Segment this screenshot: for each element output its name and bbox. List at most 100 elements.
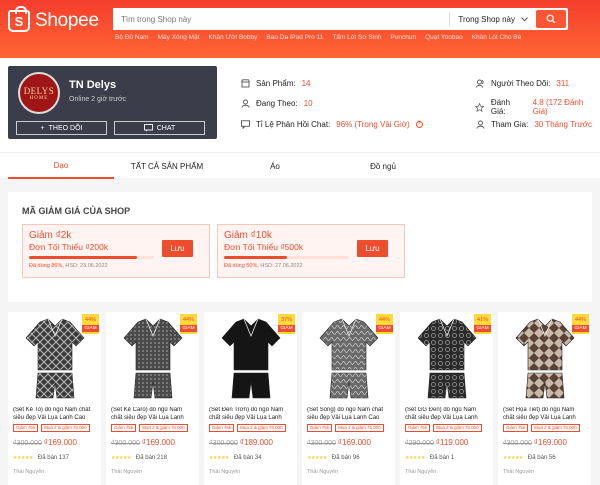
product-title[interactable]: (Set Kẻ Caro) đồ ngủ Nam chất siêu đẹp V…: [111, 407, 195, 422]
product-title[interactable]: (Set GG Đen) đồ ngủ Nam chất siêu đẹp Vả…: [405, 407, 489, 422]
shop-online-status: Online 2 giờ trước: [69, 96, 127, 103]
chevron-down-icon: [521, 16, 528, 22]
quick-link[interactable]: Bao Da iPad Pro 11: [266, 34, 323, 41]
quick-link[interactable]: Máy Xông Mặt: [158, 34, 200, 41]
discount-badge: 44% GIẢM: [82, 314, 99, 334]
combo-tag: Mua 2 & giảm ₫5.000: [139, 424, 188, 432]
sold-count: Đã bán 218: [135, 455, 167, 461]
voucher-section: MÃ GIẢM GIÁ CỦA SHOP Giảm ₫2k Đơn Tối Th…: [8, 192, 592, 302]
product-rating: ★★★★★ Đã bán 56: [503, 455, 556, 461]
stat-response-label: Tỉ Lệ Phản Hồi Chat:: [256, 119, 331, 129]
voucher-used: Đã dùng 86%,: [29, 263, 64, 269]
discount-percent: 44%: [574, 317, 586, 323]
quick-link[interactable]: Tẩm Lót Sơ Sinh: [332, 34, 381, 41]
product-tags: Giảm ₫5k Mua 2 & giảm ₫5.000: [209, 424, 286, 432]
star-rating-icon: ★★★★★: [307, 455, 327, 461]
chat-icon: [143, 124, 153, 132]
tab-do-ngu[interactable]: Đồ ngủ: [330, 153, 436, 179]
product-price: ₫300.000 ₫189.000: [209, 438, 273, 447]
quick-link[interactable]: Khăn Ướt Bobby: [209, 34, 258, 41]
stat-following: Đang Theo: 10: [240, 98, 313, 108]
discount-label: GIẢM: [278, 325, 295, 332]
star-rating-icon: ★★★★★: [503, 455, 523, 461]
sale-price: ₫119.000: [435, 438, 469, 447]
sale-price: ₫169.000: [141, 438, 175, 447]
quick-link[interactable]: Bộ Đồ Nam: [115, 34, 149, 41]
voucher-tag: Giảm ₫5k: [503, 424, 529, 432]
product-title[interactable]: (Set Đen Trơn) đồ ngủ Nam chất siêu đẹp …: [209, 407, 293, 422]
quick-link[interactable]: Quạt Yoobao: [425, 34, 463, 41]
sold-count: Đã bán 1: [429, 455, 455, 461]
voucher-save-button[interactable]: Lưu: [357, 240, 388, 257]
search-scope-label: Trong Shop này: [458, 14, 515, 24]
product-card[interactable]: 44% GIẢM (Set Sóng) đồ ngủ Nam chất siêu …: [302, 312, 395, 485]
voucher-expiry: HSD: 23.06.2022: [65, 263, 108, 269]
stat-rating-label: Đánh Giá:: [490, 98, 511, 116]
discount-label: GIẢM: [572, 325, 589, 332]
product-card[interactable]: 37% GIẢM (Set Đen Trơn) đồ ngủ Nam chất s…: [204, 312, 297, 485]
stat-response-rate: Tỉ Lệ Phản Hồi Chat: 96% (Trong Vài Giờ)…: [240, 119, 423, 129]
chat-label: CHAT: [156, 124, 176, 132]
search-scope-dropdown[interactable]: Trong Shop này: [449, 12, 536, 26]
voucher-progress-fill: [29, 256, 137, 259]
voucher-minimum: Đơn Tối Thiểu ₫500k: [224, 242, 304, 252]
product-rating: ★★★★★ Đã bán 137: [13, 455, 69, 461]
quick-link[interactable]: Khăn Lót Cho Bé: [472, 34, 522, 41]
search-input[interactable]: [113, 8, 450, 30]
product-location: Thái Nguyên: [307, 469, 339, 475]
voucher-discount: Giảm ₫2k: [29, 230, 72, 241]
product-card[interactable]: 41% GIẢM (Set GG Đen) đồ ngủ Nam chất siê…: [400, 312, 493, 485]
stat-joined-label: Tham Gia:: [491, 119, 529, 129]
voucher-progress-bar: [224, 256, 349, 259]
stat-joined: Tham Gia: 30 Tháng Trước: [475, 119, 592, 129]
voucher-meta: Đã dùng 50%, HSD: 27.06.2022: [224, 263, 303, 269]
voucher-save-button[interactable]: Lưu: [162, 240, 193, 257]
product-card[interactable]: 44% GIẢM (Set Họa Tiết) đồ ngủ Nam chất s…: [498, 312, 591, 485]
brand-name: Shopee: [35, 10, 99, 31]
tab-all-products[interactable]: TẤT CẢ SẢN PHẨM: [114, 153, 220, 179]
product-tags: Giảm ₫5k Mua 2 & giảm ₫5.000: [503, 424, 580, 432]
followers-icon: [475, 78, 485, 88]
discount-badge: 44% GIẢM: [180, 314, 197, 334]
original-price: ₫300.000: [209, 440, 238, 447]
product-title[interactable]: (Set Sóng) đồ ngủ Nam chất siêu đẹp Vải …: [307, 407, 391, 422]
product-card[interactable]: 44% GIẢM (Set Kẻ Caro) đồ ngủ Nam chất si…: [106, 312, 199, 485]
product-price: ₫300.000 ₫169.000: [13, 438, 77, 447]
product-title[interactable]: (Set Kẻ To) đồ ngủ Nam chất siêu đẹp Vải…: [13, 407, 97, 422]
product-location: Thái Nguyên: [13, 469, 45, 475]
combo-tag: Mua 2 & giảm ₫5.000: [433, 424, 482, 432]
chat-button[interactable]: CHAT: [114, 121, 205, 135]
discount-badge: 41% GIẢM: [474, 314, 491, 334]
sold-count: Đã bán 137: [37, 455, 69, 461]
avatar-text: DELYS: [23, 85, 55, 96]
product-location: Thái Nguyên: [405, 469, 437, 475]
info-icon[interactable]: ?: [415, 120, 423, 128]
sale-price: ₫169.000: [337, 438, 371, 447]
product-location: Thái Nguyên: [503, 469, 535, 475]
search-button[interactable]: [536, 10, 566, 28]
original-price: ₫300.000: [111, 440, 140, 447]
voucher-used: Đã dùng 50%,: [224, 263, 259, 269]
star-rating-icon: ★★★★★: [111, 455, 131, 461]
tab-dao[interactable]: Dạo: [8, 153, 114, 179]
voucher-tag: Giảm ₫5k: [405, 424, 431, 432]
stat-products-value: 14: [301, 78, 311, 88]
quick-link[interactable]: Punchun: [390, 34, 416, 41]
sale-price: ₫189.000: [239, 438, 273, 447]
avatar-subtext: HOME: [29, 95, 49, 101]
product-title[interactable]: (Set Họa Tiết) đồ ngủ Nam chất siêu đẹp …: [503, 407, 587, 422]
voucher-expiry: HSD: 27.06.2022: [260, 263, 303, 269]
sale-price: ₫169.000: [533, 438, 567, 447]
shopee-logo[interactable]: S Shopee: [8, 6, 99, 32]
product-location: Thái Nguyên: [111, 469, 143, 475]
follow-button[interactable]: + THEO DÕI: [16, 121, 107, 135]
tab-ao[interactable]: Áo: [222, 153, 328, 179]
shopee-bag-icon: S: [8, 6, 30, 32]
product-card[interactable]: 44% GIẢM (Set Kẻ To) đồ ngủ Nam chất siêu…: [8, 312, 101, 485]
shop-avatar[interactable]: DELYS HOME: [18, 72, 60, 114]
product-rating: ★★★★★ Đã bán 34: [209, 455, 262, 461]
discount-percent: 44%: [378, 317, 390, 323]
product-tags: Giảm ₫5k Mua 2 & giảm ₫5.000: [405, 424, 482, 432]
stat-rating: Đánh Giá: 4.8 (172 Đánh Giá): [475, 98, 600, 116]
product-tags: Giảm ₫5k Mua 2 & giảm ₫5.000: [307, 424, 384, 432]
